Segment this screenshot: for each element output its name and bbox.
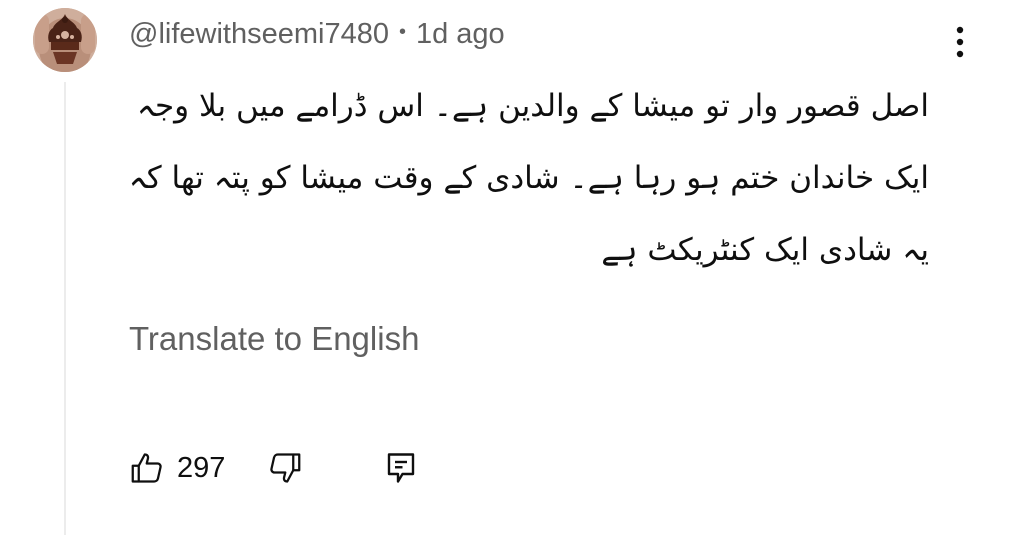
reply-comment-icon bbox=[388, 453, 415, 483]
comment-actions: 297 bbox=[129, 446, 419, 490]
comment-text-line: ایک خاندان ختم ہو رہا ہے۔ شادی کے وقت می… bbox=[128, 160, 929, 196]
comment-text-line: یہ شادی ایک کنٹریکٹ ہے bbox=[601, 232, 929, 268]
comment-text: اصل قصور وار تو میشا کے والدین ہے۔ اس ڈر… bbox=[129, 70, 929, 286]
thread-line bbox=[64, 82, 66, 535]
meta-separator: • bbox=[398, 20, 406, 43]
avatar-image bbox=[33, 8, 97, 72]
comment-meta: @lifewithseemi7480 • 1d ago bbox=[129, 14, 505, 54]
avatar[interactable] bbox=[33, 8, 97, 72]
reply-button[interactable] bbox=[383, 450, 419, 486]
more-vertical-icon bbox=[956, 26, 964, 58]
translate-button[interactable]: Translate to English bbox=[129, 320, 419, 358]
dislike-button[interactable] bbox=[267, 450, 303, 486]
thumbs-down-icon bbox=[270, 453, 301, 483]
comment-text-line: اصل قصور وار تو میشا کے والدین ہے۔ اس ڈر… bbox=[136, 88, 929, 124]
comment-timestamp[interactable]: 1d ago bbox=[416, 18, 505, 51]
like-button[interactable]: 297 bbox=[129, 450, 225, 486]
more-options-button[interactable] bbox=[940, 20, 980, 64]
thumbs-up-icon bbox=[131, 453, 162, 483]
author-name[interactable]: @lifewithseemi7480 bbox=[129, 18, 389, 51]
like-count: 297 bbox=[177, 451, 226, 484]
